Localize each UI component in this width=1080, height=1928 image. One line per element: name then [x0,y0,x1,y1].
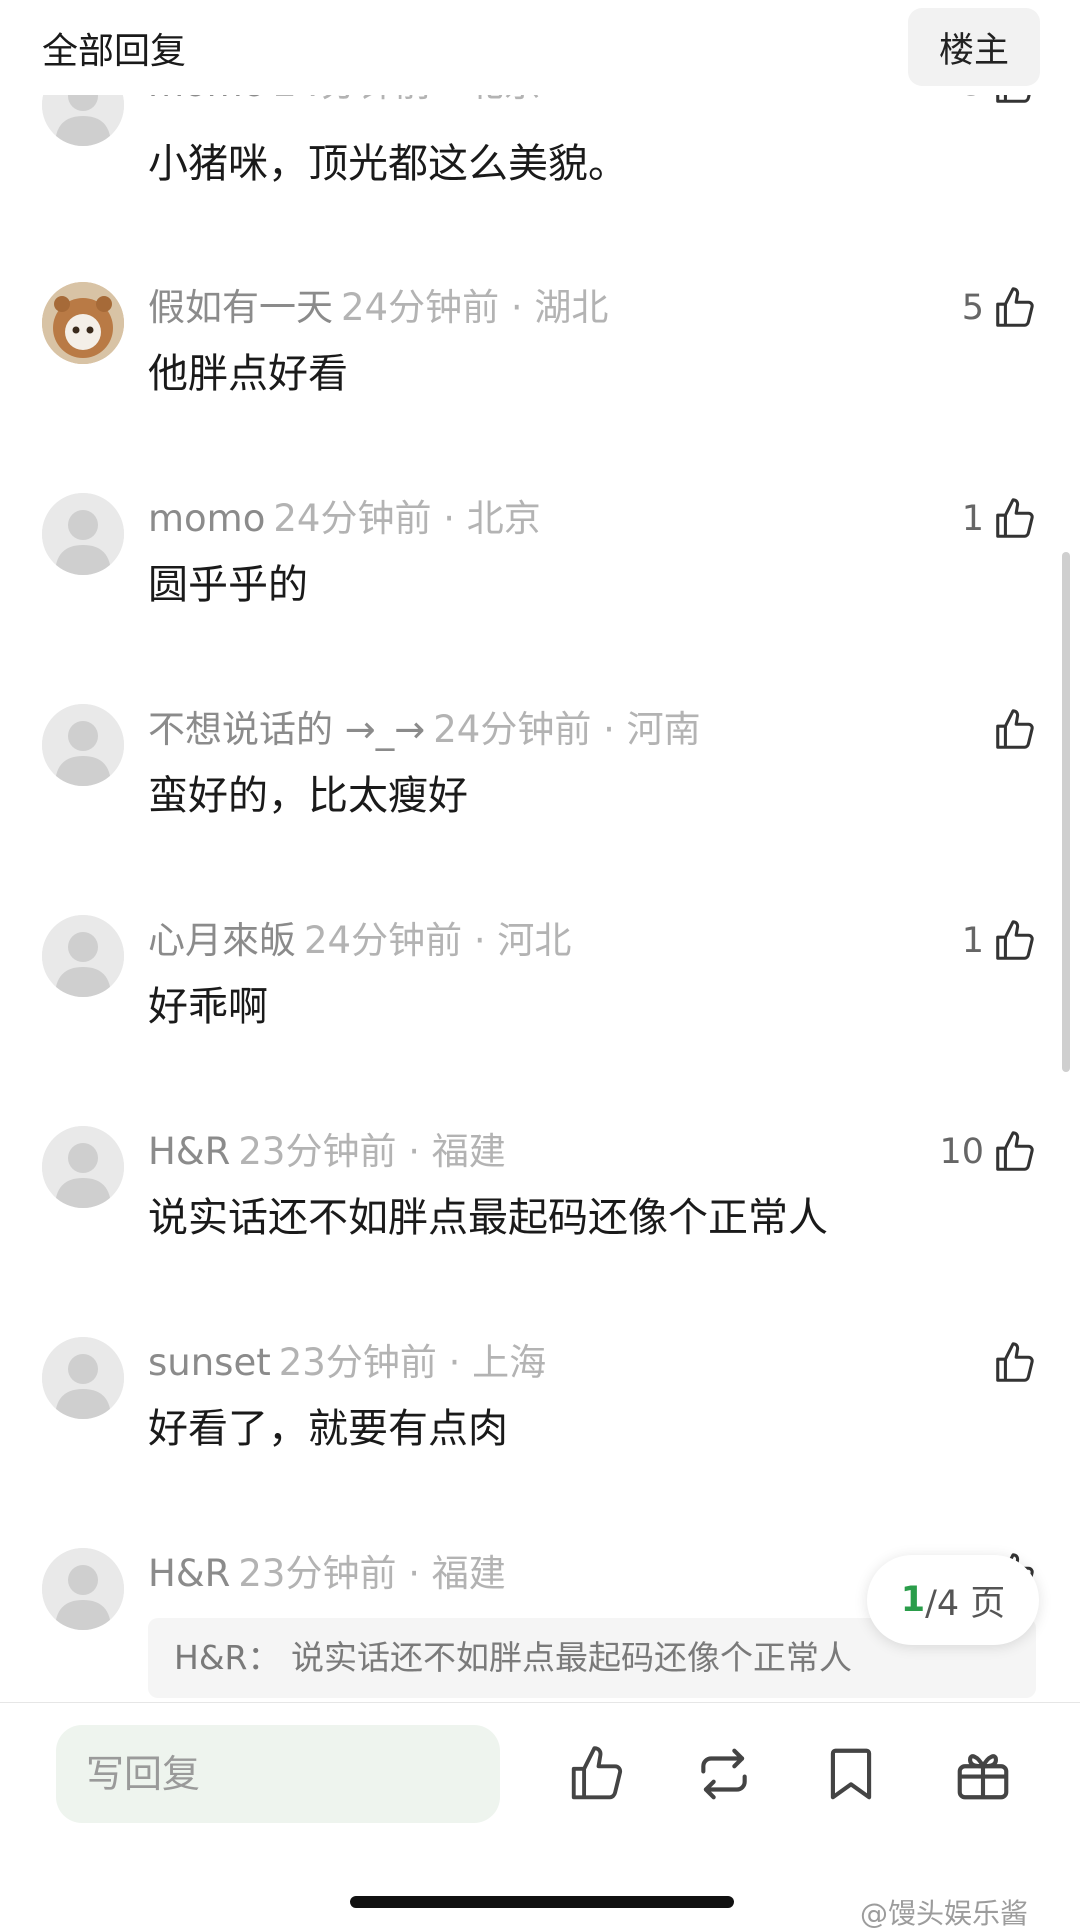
thumbs-up-icon[interactable] [566,1743,628,1805]
like-count: 1 [961,499,984,539]
avatar[interactable] [42,915,124,997]
avatar[interactable] [42,704,124,786]
reply-input[interactable]: 写回复 [56,1725,500,1823]
comment-meta: 心月來皈 24分钟前 · 河北 [148,915,571,967]
username[interactable]: sunset [148,1341,271,1384]
avatar[interactable] [42,1548,124,1630]
like-count: 10 [939,1132,984,1172]
timestamp-location: 23分钟前 · 上海 [278,1341,547,1384]
like-button[interactable]: 1 [962,915,1038,967]
comment-text: 蛮好的，比太瘦好 [148,773,468,819]
timestamp-location: 23分钟前 · 福建 [238,1552,506,1595]
thumbs-up-icon [996,1342,1034,1382]
home-indicator [350,1896,734,1908]
username[interactable]: H&R [148,1130,230,1173]
op-only-button[interactable]: 楼主 [908,8,1040,86]
page-total: /4 页 [925,1583,1006,1624]
page-title: 全部回复 [42,31,187,72]
thumbs-up-icon [996,498,1034,538]
like-button[interactable]: 5 [962,282,1038,334]
timestamp-location: 24分钟前 · 河北 [304,919,572,962]
thumbs-up-icon [996,287,1034,327]
like-button[interactable] [984,704,1038,756]
comment-text: 说实话还不如胖点最起码还像个正常人 [148,1195,828,1241]
comment-text: 圆乎乎的 [148,562,308,608]
comment-text: 小猪咪，顶光都这么美貌。 [148,141,628,187]
thumbs-up-icon [996,1131,1034,1171]
like-button[interactable] [984,1337,1038,1389]
comment-text: 好看了，就要有点肉 [148,1406,508,1452]
comment-meta: H&R 23分钟前 · 福建 [148,1126,506,1178]
repost-icon[interactable] [693,1743,755,1805]
page-current: 1 [900,1580,926,1620]
username[interactable]: H&R [148,1552,230,1595]
like-count: 1 [961,921,984,961]
thumbs-up-icon [996,709,1034,749]
username[interactable]: momo [148,497,265,540]
comment-meta: sunset 23分钟前 · 上海 [148,1337,546,1389]
avatar[interactable] [42,1126,124,1208]
username[interactable]: 不想说话的 →_→ [148,708,425,751]
like-button[interactable]: 10 [939,1126,1038,1178]
avatar[interactable] [42,493,124,575]
timestamp-location: 24分钟前 · 北京 [273,497,541,540]
timestamp-location: 23分钟前 · 福建 [238,1130,506,1173]
thumbs-up-icon [996,920,1034,960]
comment-meta: 假如有一天 24分钟前 · 湖北 [148,282,608,334]
username[interactable]: 假如有一天 [148,286,333,329]
gift-icon[interactable] [952,1743,1014,1805]
top-header: 全部回复 楼主 [0,0,1080,95]
scrollbar[interactable] [1062,552,1070,1072]
avatar[interactable] [42,282,124,364]
username[interactable]: 心月來皈 [148,919,296,962]
like-button[interactable]: 1 [962,493,1038,545]
timestamp-location: 24分钟前 · 湖北 [341,286,609,329]
timestamp-location: 24分钟前 · 河南 [433,708,701,751]
comment-text: 他胖点好看 [148,351,348,397]
comment-meta: momo24分钟前 · 北京 [148,493,541,545]
like-count: 5 [961,288,984,328]
page-indicator[interactable]: 1/4 页 [867,1555,1039,1645]
bookmark-icon[interactable] [820,1743,882,1805]
comment-meta: 不想说话的 →_→ 24分钟前 · 河南 [148,704,701,756]
avatar[interactable] [42,1337,124,1419]
comment-meta: H&R 23分钟前 · 福建 [148,1548,506,1600]
watermark: @馒头娱乐酱 [860,1897,1029,1928]
comment-text: 好乖啊 [148,984,268,1030]
